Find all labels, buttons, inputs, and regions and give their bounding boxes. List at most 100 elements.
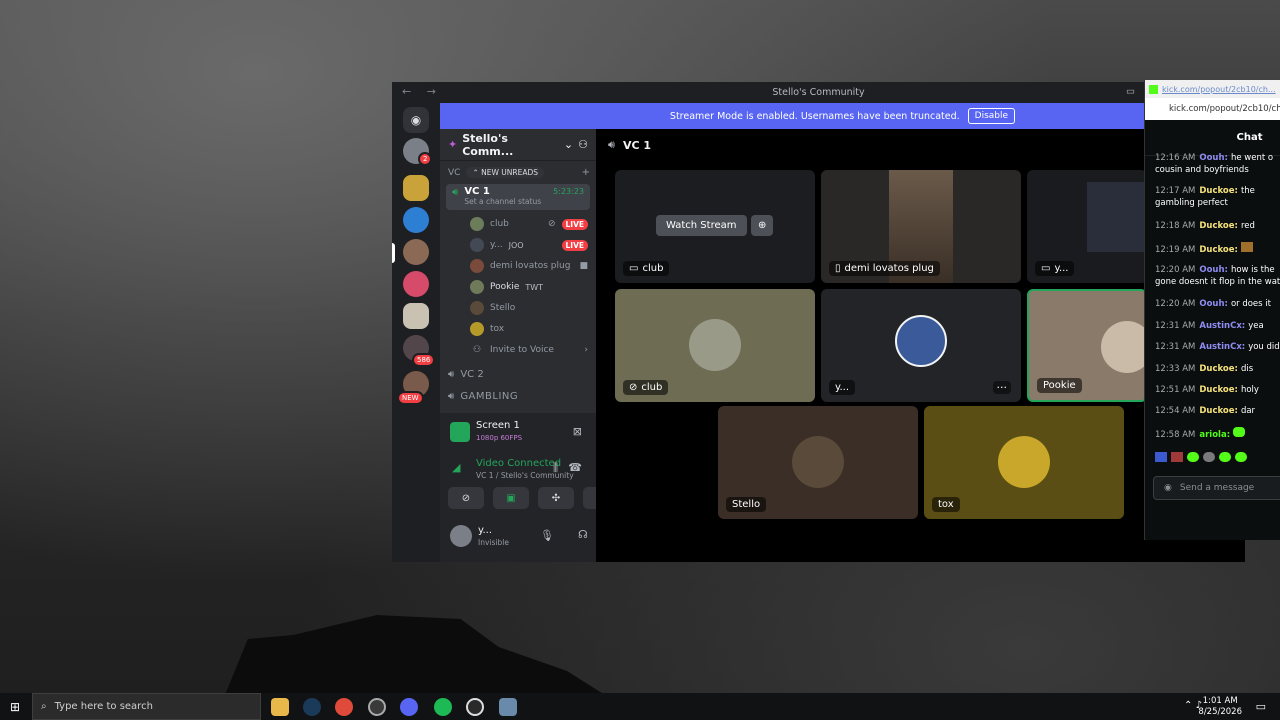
msg-user[interactable]: Duckoe:: [1199, 245, 1238, 255]
vc-member[interactable]: demi lovatos plug ■: [470, 257, 588, 275]
tile-name: Pookie: [1043, 380, 1076, 391]
msg-user[interactable]: Duckoe:: [1199, 406, 1238, 416]
app-window-icon[interactable]: [499, 698, 517, 716]
vc-member[interactable]: tox: [470, 320, 588, 338]
msg-user[interactable]: ariola:: [1199, 430, 1230, 440]
emote-icon[interactable]: [1203, 452, 1215, 462]
connection-subtitle[interactable]: VC 1 / Stello's Community: [476, 471, 574, 480]
tile-name: demi lovatos plug: [844, 263, 934, 274]
category-vc[interactable]: VC ⌃ NEW UNREADS +: [448, 167, 590, 178]
disconnect-icon[interactable]: ☎: [568, 461, 582, 474]
chrome-icon[interactable]: [335, 698, 353, 716]
member-tile-y[interactable]: y... ···: [821, 289, 1021, 402]
steam-icon[interactable]: [303, 698, 321, 716]
msg-text: gone doesnt it flop in the wat: [1155, 277, 1280, 287]
msg-user[interactable]: AustinCx:: [1199, 321, 1245, 331]
discord-home-icon[interactable]: ◉: [403, 107, 429, 133]
microphone-icon[interactable]: 🎙︎: [540, 529, 554, 542]
add-channel-icon[interactable]: +: [582, 167, 590, 178]
channel-vc2[interactable]: 🔊︎ VC 2: [448, 369, 590, 380]
emote-icon[interactable]: [1155, 452, 1167, 462]
activities-button[interactable]: ✣: [538, 487, 574, 509]
channel-gambling[interactable]: 🔊︎ GAMBLING: [448, 391, 590, 402]
member-tile-club[interactable]: ⊘ club: [615, 289, 815, 402]
notifications-icon[interactable]: ▭: [1256, 700, 1266, 713]
popout-icon[interactable]: ⊕: [751, 215, 774, 236]
tile-label: ▯ demi lovatos plug: [829, 261, 940, 276]
vc-member[interactable]: Pookie TWT: [470, 278, 588, 296]
member-tile-tox[interactable]: tox: [924, 406, 1124, 519]
new-unreads-pill[interactable]: ⌃ NEW UNREADS: [466, 167, 544, 178]
stream-tile-club[interactable]: Watch Stream ⊕ ▭ club: [615, 170, 815, 283]
msg-user[interactable]: Duckoe:: [1199, 221, 1238, 231]
kick-chat-window: kick.com/popout/2cb10/ch... kick.com/pop…: [1144, 80, 1280, 540]
stream-icon: ▭: [1041, 263, 1051, 274]
stop-stream-icon[interactable]: ⊠: [573, 425, 582, 438]
member-tile-stello[interactable]: Stello: [718, 406, 918, 519]
discord-taskbar-icon[interactable]: [400, 698, 418, 716]
server-icon-5[interactable]: [403, 303, 429, 329]
kick-tab-url: kick.com/popout/2cb10/ch...: [1162, 84, 1276, 94]
taskbar-clock[interactable]: 1:01 AM 8/25/2026: [1198, 696, 1242, 718]
server-icon-4[interactable]: [403, 271, 429, 297]
watch-stream-button[interactable]: Watch Stream: [656, 215, 747, 236]
stream-tile-y[interactable]: ▭ y...: [1027, 170, 1147, 283]
user-avatar[interactable]: [450, 525, 472, 547]
taskbar-search[interactable]: ⌕ Type here to search: [32, 693, 261, 720]
msg-user[interactable]: Oouh:: [1199, 299, 1228, 309]
invite-to-voice[interactable]: ⚇ Invite to Voice ›: [470, 341, 588, 359]
server-icon-2[interactable]: [403, 207, 429, 233]
noise-suppression-icon[interactable]: ⫼: [553, 461, 558, 475]
server-icon-1[interactable]: [403, 175, 429, 201]
kick-address-bar[interactable]: kick.com/popout/2cb10/chat: [1145, 98, 1280, 120]
msg-user[interactable]: Oouh:: [1199, 153, 1228, 163]
vc-member[interactable]: club ⊘ LIVE: [470, 215, 588, 233]
member-tile-pookie[interactable]: Pookie: [1027, 289, 1147, 402]
channel-vc1[interactable]: 🔊︎ VC 1 Set a channel status 5:23:23: [446, 184, 590, 210]
chat-message: 12:31 AM AustinCx: you did: [1155, 341, 1280, 353]
screen-share-button[interactable]: ▣: [493, 487, 529, 509]
emote-icon[interactable]: [1187, 452, 1199, 462]
user-name[interactable]: y...: [478, 525, 492, 536]
inbox-icon[interactable]: ▭: [1126, 86, 1135, 97]
spotify-icon[interactable]: [434, 698, 452, 716]
server-header[interactable]: ✦ Stello's Comm... ⌄ ⚇: [440, 129, 596, 161]
more-options-icon[interactable]: ···: [992, 381, 1011, 394]
stream-title: Screen 1: [476, 420, 520, 431]
msg-time: 12:51 AM: [1155, 385, 1196, 395]
msg-time: 12:31 AM: [1155, 342, 1196, 352]
video-tile-demi[interactable]: ▯ demi lovatos plug: [821, 170, 1021, 283]
emote-icon[interactable]: [1219, 452, 1231, 462]
file-explorer-icon[interactable]: [271, 698, 289, 716]
channel-status[interactable]: Set a channel status: [464, 197, 541, 206]
channel-sidebar: ✦ Stello's Comm... ⌄ ⚇ VC ⌃ NEW UNREADS …: [440, 129, 627, 562]
mention-badge: 586: [412, 353, 436, 367]
emote-icon[interactable]: [1235, 452, 1247, 462]
vc-member[interactable]: y... JOO LIVE: [470, 236, 588, 254]
headphones-icon[interactable]: ☊: [578, 528, 588, 541]
msg-user[interactable]: Duckoe:: [1199, 364, 1238, 374]
msg-user[interactable]: Duckoe:: [1199, 385, 1238, 395]
emote-icon[interactable]: [1171, 452, 1183, 462]
app-icon[interactable]: [368, 698, 386, 716]
chat-input[interactable]: ◉ Send a message: [1153, 476, 1280, 500]
add-member-icon[interactable]: ⚇: [578, 138, 588, 151]
msg-user[interactable]: Oouh:: [1199, 265, 1228, 275]
camera-off-button[interactable]: ⊘: [448, 487, 484, 509]
windows-start-icon[interactable]: ⊞: [10, 700, 20, 714]
vc-member[interactable]: Stello: [470, 299, 588, 317]
msg-user[interactable]: AustinCx:: [1199, 342, 1245, 352]
server-icon-stello[interactable]: [403, 239, 429, 265]
speaker-icon: 🔊︎: [448, 369, 455, 380]
clock-time: 1:01 AM: [1202, 696, 1238, 706]
msg-text: yea: [1248, 321, 1264, 331]
msg-text: red: [1240, 221, 1255, 231]
connection-status[interactable]: Video Connected: [476, 458, 561, 469]
msg-time: 12:16 AM: [1155, 153, 1196, 163]
live-badge: LIVE: [561, 218, 588, 230]
msg-text: or does it: [1230, 299, 1271, 309]
avatar: [470, 280, 484, 294]
disable-button[interactable]: Disable: [967, 108, 1016, 124]
obs-icon[interactable]: [466, 698, 484, 716]
msg-user[interactable]: Duckoe:: [1199, 186, 1238, 196]
